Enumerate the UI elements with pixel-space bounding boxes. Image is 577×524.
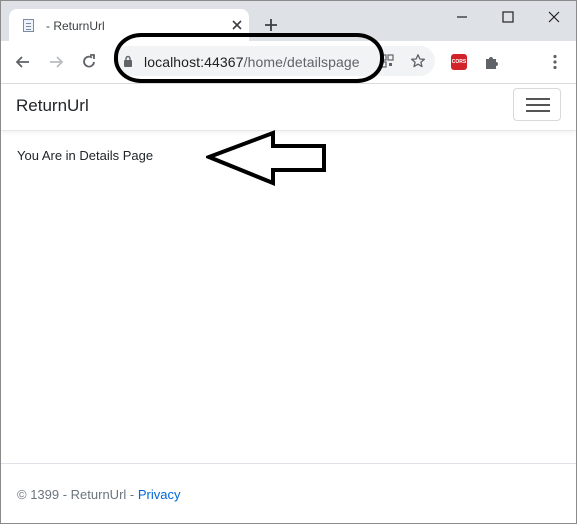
details-message: You Are in Details Page [17,148,154,163]
forward-arrow-icon[interactable] [46,52,66,72]
navbar-toggler-button[interactable] [513,88,561,121]
close-tab-icon[interactable] [229,17,245,33]
tab-title: - ReturnUrl [46,19,105,33]
hamburger-line [526,104,550,106]
url-text[interactable]: localhost:44367/home/detailspage [144,54,360,70]
site-navbar: ReturnUrl [1,84,576,131]
url-host: localhost:44367 [144,54,244,70]
back-arrow-icon[interactable] [13,52,33,72]
brand-link[interactable]: ReturnUrl [16,96,89,116]
privacy-link[interactable]: Privacy [138,487,181,502]
address-bar[interactable]: localhost:44367/home/detailspage [113,46,435,76]
page-icon [23,19,34,32]
pointer-arrow-annotation [206,130,326,186]
extensions-puzzle-icon[interactable] [482,52,502,72]
qr-code-icon[interactable] [380,54,394,68]
menu-kebab-icon[interactable] [545,52,565,72]
hamburger-line [526,110,550,112]
browser-toolbar: localhost:44367/home/detailspage CORS [1,41,576,84]
browser-window: - ReturnUrl localhost:44367/home/details… [0,0,577,524]
cors-extension-icon[interactable]: CORS [451,54,467,70]
reload-icon[interactable] [79,52,99,72]
new-tab-icon[interactable] [263,17,279,33]
close-window-icon[interactable] [544,7,564,27]
tab-strip: - ReturnUrl [1,1,576,41]
maximize-icon[interactable] [498,7,518,27]
site-footer: © 1399 - ReturnUrl - Privacy [1,463,576,523]
lock-icon[interactable] [123,55,133,67]
url-path: /home/detailspage [243,54,360,70]
browser-tab[interactable]: - ReturnUrl [9,9,249,41]
footer-text: © 1399 - ReturnUrl - Privacy [17,487,180,502]
minimize-icon[interactable] [452,7,472,27]
hamburger-line [526,98,550,100]
bookmark-star-icon[interactable] [410,53,426,69]
copyright-text: © 1399 - ReturnUrl - [17,487,138,502]
